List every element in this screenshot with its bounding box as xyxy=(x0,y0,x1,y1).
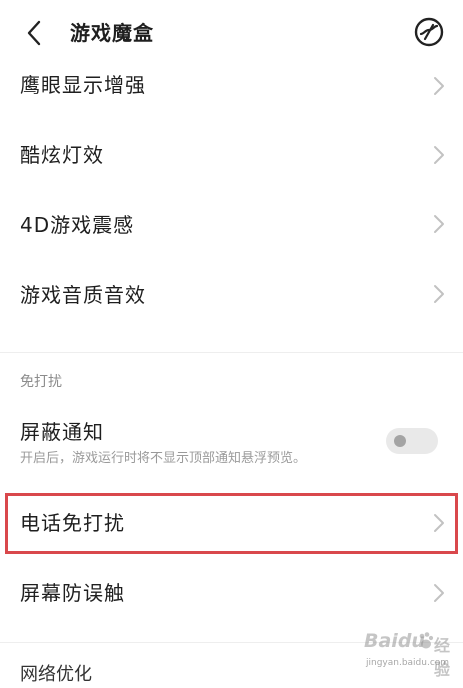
baidu-watermark: Baidu 经验 jingyan.baidu.com xyxy=(360,626,460,679)
menu-item-4d-vibration[interactable]: 4D游戏震感 xyxy=(0,190,463,260)
section-title-network: 网络优化 xyxy=(20,664,92,685)
menu-item-label: 游戏音质音效 xyxy=(20,283,146,307)
circle-slash-icon xyxy=(414,17,444,47)
block-notification-description: 开启后，游戏运行时将不显示顶部通知悬浮预览。 xyxy=(20,451,307,466)
menu-item-eagle-eye[interactable]: 鹰眼显示增强 xyxy=(0,50,463,120)
menu-item-label: 鹰眼显示增强 xyxy=(20,73,146,97)
chevron-right-icon xyxy=(434,215,444,233)
menu-item-label: 4D游戏震感 xyxy=(20,213,135,237)
chevron-right-icon xyxy=(434,285,444,303)
page-title: 游戏魔盒 xyxy=(70,21,154,45)
back-button[interactable] xyxy=(18,16,52,50)
paw-icon xyxy=(419,632,434,649)
settings-button[interactable] xyxy=(412,15,446,49)
watermark-brand: Baidu xyxy=(364,630,425,652)
menu-item-light-effects[interactable]: 酷炫灯效 xyxy=(0,120,463,190)
section-title-dnd: 免打扰 xyxy=(20,374,62,390)
menu-item-screen-protect[interactable]: 屏幕防误触 xyxy=(0,558,463,628)
menu-item-audio-quality[interactable]: 游戏音质音效 xyxy=(0,260,463,330)
chevron-right-icon xyxy=(434,146,444,164)
block-notification-label: 屏蔽通知 xyxy=(20,420,104,444)
chevron-right-icon xyxy=(434,584,444,602)
watermark-url: jingyan.baidu.com xyxy=(366,658,450,668)
section-divider xyxy=(0,352,463,353)
toggle-knob xyxy=(394,435,406,447)
chevron-left-icon xyxy=(27,20,41,46)
highlight-annotation xyxy=(5,493,458,554)
menu-item-label: 屏幕防误触 xyxy=(20,581,125,605)
menu-item-label: 酷炫灯效 xyxy=(20,143,104,167)
block-notification-toggle[interactable] xyxy=(386,428,438,454)
watermark-suffix: 经验 xyxy=(434,636,451,679)
chevron-right-icon xyxy=(434,77,444,95)
